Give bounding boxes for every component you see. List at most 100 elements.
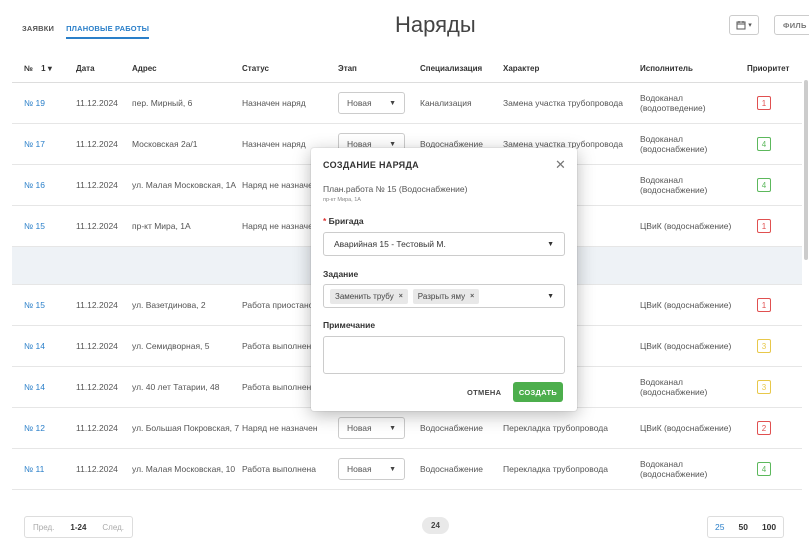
cell-character: Замена участка трубопровода: [503, 98, 623, 108]
cell-stage: Новая ▼: [338, 458, 420, 480]
col-address[interactable]: Адрес: [130, 64, 242, 73]
priority-badge: 4: [757, 178, 771, 192]
task-tags: Заменить трубу × Разрыть яму ×: [330, 288, 484, 304]
page-size-100[interactable]: 100: [755, 522, 783, 532]
order-number-link[interactable]: № 19: [12, 98, 76, 108]
cell-priority: 2: [745, 421, 802, 435]
close-icon[interactable]: ✕: [555, 157, 566, 173]
cell-executor: ЦВиК (водоснабжение): [640, 221, 732, 231]
cell-address: ул. Семидворная, 5: [132, 341, 210, 351]
cell-spec: Канализация: [420, 98, 472, 108]
priority-badge: 1: [757, 298, 771, 312]
remove-tag-icon[interactable]: ×: [399, 293, 403, 300]
cell-character: Перекладка трубопровода: [503, 464, 608, 474]
cell-executor: Водоканал (водоотведение): [640, 93, 706, 113]
col-stage[interactable]: Этап: [338, 64, 420, 73]
order-number-link[interactable]: № 11: [12, 464, 76, 474]
col-num[interactable]: № 1 ▾: [12, 64, 76, 73]
cell-status: Работа выполнена: [242, 464, 316, 474]
priority-badge: 4: [757, 462, 771, 476]
chevron-down-icon: ▼: [547, 240, 554, 248]
cell-date: 11.12.2024: [76, 180, 118, 190]
tab-planned-works[interactable]: ПЛАНОВЫЕ РАБОТЫ: [66, 24, 150, 39]
task-tag: Заменить трубу ×: [330, 288, 408, 304]
cell-address: ул. Малая Московская, 1А: [132, 180, 237, 190]
order-number-link[interactable]: № 15: [12, 221, 76, 231]
page-range: 1-24: [70, 522, 87, 532]
task-label: Задание: [323, 269, 359, 279]
create-order-dialog: СОЗДАНИЕ НАРЯДА ✕ План.работа № 15 (Водо…: [311, 148, 577, 411]
filter-button[interactable]: ФИЛЬ: [774, 15, 809, 35]
cell-executor: Водоканал (водоснабжение): [640, 134, 708, 154]
next-page-button[interactable]: След.: [94, 523, 132, 532]
table-footer: Пред. 1-24 След. 24 25 50 100: [12, 512, 802, 542]
scrollbar[interactable]: [804, 80, 808, 260]
task-tag: Разрыть яму ×: [412, 288, 480, 304]
cell-address: ул. Вазетдинова, 2: [132, 300, 206, 310]
order-number-link[interactable]: № 17: [12, 139, 76, 149]
stage-select[interactable]: Новая ▼: [338, 417, 405, 439]
priority-badge: 1: [757, 219, 771, 233]
brigade-select[interactable]: Аварийная 15 - Тестовый М. ▼: [323, 232, 565, 256]
cell-priority: 1: [745, 219, 802, 233]
cell-date: 11.12.2024: [76, 139, 118, 149]
cell-status: Назначен наряд: [242, 98, 306, 108]
sort-indicator[interactable]: 1 ▾: [41, 64, 52, 73]
cell-date: 11.12.2024: [76, 382, 118, 392]
col-priority[interactable]: Приоритет: [745, 64, 802, 73]
table-row[interactable]: № 12 11.12.2024 ул. Большая Покровская, …: [12, 408, 802, 449]
chevron-down-icon: ▼: [547, 292, 554, 300]
tabs: ЗАЯВКИ ПЛАНОВЫЕ РАБОТЫ: [22, 24, 150, 39]
task-select[interactable]: Заменить трубу × Разрыть яму × ▼: [323, 284, 565, 308]
cell-character: Перекладка трубопровода: [503, 423, 608, 433]
cell-stage: Новая ▼: [338, 92, 420, 114]
cell-address: пр-кт Мира, 1А: [132, 221, 191, 231]
prev-page-button[interactable]: Пред.: [25, 523, 62, 532]
table-row[interactable]: № 11 11.12.2024 ул. Малая Московская, 10…: [12, 449, 802, 490]
cell-status: Наряд не назначен: [242, 423, 318, 433]
cancel-button[interactable]: ОТМЕНА: [467, 388, 501, 397]
dialog-title: СОЗДАНИЕ НАРЯДА: [323, 160, 419, 170]
order-number-link[interactable]: № 14: [12, 341, 76, 351]
col-date[interactable]: Дата: [76, 64, 130, 73]
page-size-50[interactable]: 50: [731, 522, 754, 532]
dialog-subtitle: План.работа № 15 (Водоснабжение): [323, 184, 468, 194]
col-spec[interactable]: Специализация: [420, 64, 503, 73]
order-number-link[interactable]: № 15: [12, 300, 76, 310]
cell-executor: Водоканал (водоснабжение): [640, 377, 708, 397]
priority-badge: 2: [757, 421, 771, 435]
chevron-down-icon: ▼: [389, 465, 396, 473]
note-textarea[interactable]: [323, 336, 565, 374]
cell-date: 11.12.2024: [76, 464, 118, 474]
order-number-link[interactable]: № 16: [12, 180, 76, 190]
cell-executor: Водоканал (водоснабжение): [640, 175, 708, 195]
chevron-down-icon: ▼: [389, 140, 396, 148]
cell-spec: Водоснабжение: [420, 464, 483, 474]
cell-priority: 3: [745, 380, 802, 394]
priority-badge: 4: [757, 137, 771, 151]
order-number-link[interactable]: № 14: [12, 382, 76, 392]
col-executor[interactable]: Исполнитель: [640, 64, 745, 73]
table-row[interactable]: № 19 11.12.2024 пер. Мирный, 6 Назначен …: [12, 83, 802, 124]
pagination: Пред. 1-24 След.: [24, 516, 133, 538]
cell-spec: Водоснабжение: [420, 423, 483, 433]
cell-executor: ЦВиК (водоснабжение): [640, 341, 732, 351]
priority-badge: 3: [757, 339, 771, 353]
col-character[interactable]: Характер: [503, 64, 640, 73]
table-header: № 1 ▾ Дата Адрес Статус Этап Специализац…: [12, 55, 802, 83]
chevron-down-icon: ▾: [748, 22, 752, 29]
col-status[interactable]: Статус: [242, 64, 338, 73]
calendar-button[interactable]: ▾: [729, 15, 759, 35]
stage-select[interactable]: Новая ▼: [338, 458, 405, 480]
cell-executor: Водоканал (водоснабжение): [640, 459, 708, 479]
calendar-icon: [736, 21, 746, 30]
tab-requests[interactable]: ЗАЯВКИ: [22, 24, 54, 39]
cell-date: 11.12.2024: [76, 98, 118, 108]
cell-executor: ЦВиК (водоснабжение): [640, 423, 732, 433]
cell-address: пер. Мирный, 6: [132, 98, 193, 108]
create-button[interactable]: СОЗДАТЬ: [513, 382, 563, 402]
page-size-25[interactable]: 25: [708, 522, 731, 532]
stage-select[interactable]: Новая ▼: [338, 92, 405, 114]
order-number-link[interactable]: № 12: [12, 423, 76, 433]
remove-tag-icon[interactable]: ×: [470, 293, 474, 300]
